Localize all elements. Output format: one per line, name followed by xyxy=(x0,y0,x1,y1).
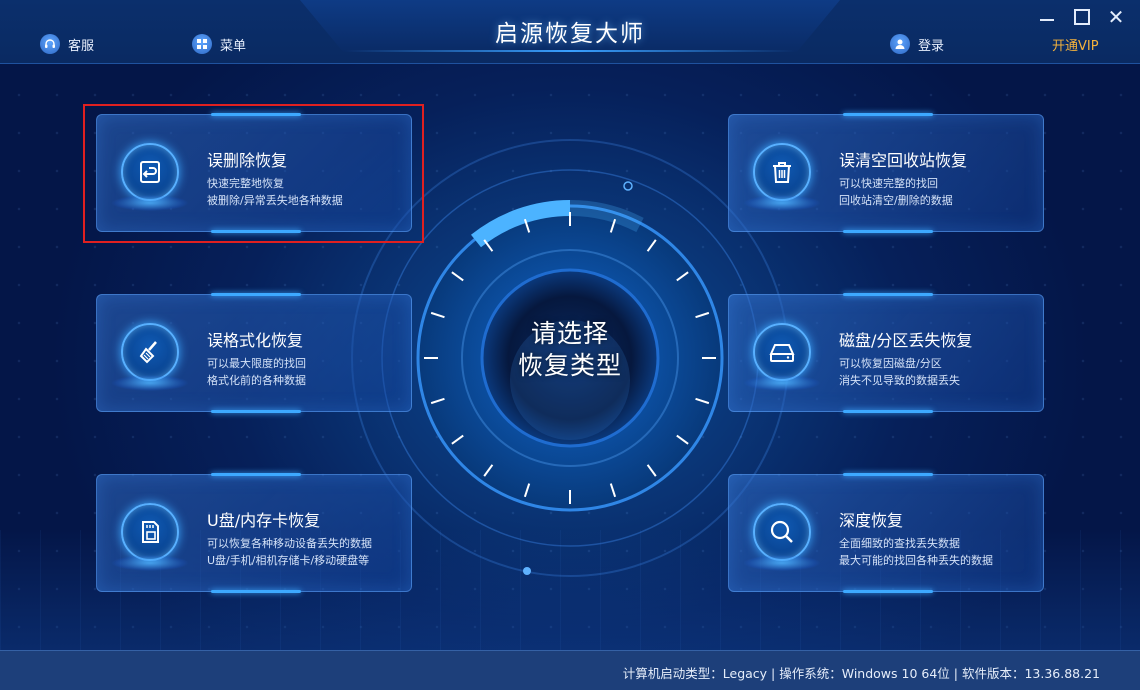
card-description: 可以快速完整的找回 回收站清空/删除的数据 xyxy=(839,177,953,207)
status-bar: 计算机启动类型：Legacy | 操作系统：Windows 10 64位 | 软… xyxy=(0,650,1140,690)
card-title: 误格式化恢复 xyxy=(207,331,304,350)
card-description: 可以恢复各种移动设备丢失的数据 U盘/手机/相机存储卡/移动硬盘等 xyxy=(207,537,372,567)
recycle-bin-recovery-card[interactable]: 误清空回收站恢复 可以快速完整的找回 回收站清空/删除的数据 xyxy=(728,113,1044,233)
sd-card-icon xyxy=(111,503,189,571)
card-description: 可以最大限度的找回 格式化前的各种数据 xyxy=(207,357,306,387)
center-text-line2: 恢复类型 xyxy=(517,351,622,380)
disk-icon xyxy=(743,323,821,391)
select-recovery-type-label: 请选择 恢复类型 xyxy=(500,318,640,382)
card-title: U盘/内存卡恢复 xyxy=(207,511,321,530)
search-icon xyxy=(743,503,821,571)
card-title: 深度恢复 xyxy=(839,511,904,530)
deep-recovery-card[interactable]: 深度恢复 全面细致的查找丢失数据 最大可能的找回各种丢失的数据 xyxy=(728,473,1044,593)
broom-icon xyxy=(111,323,189,391)
format-recovery-card[interactable]: 误格式化恢复 可以最大限度的找回 格式化前的各种数据 xyxy=(96,293,412,413)
usb-memory-card-recovery-card[interactable]: U盘/内存卡恢复 可以恢复各种移动设备丢失的数据 U盘/手机/相机存储卡/移动硬盘… xyxy=(96,473,412,593)
center-text-line1: 请选择 xyxy=(530,319,609,348)
orbit-dot-2 xyxy=(523,567,531,575)
card-description: 全面细致的查找丢失数据 最大可能的找回各种丢失的数据 xyxy=(839,537,993,567)
card-title: 磁盘/分区丢失恢复 xyxy=(839,331,973,350)
card-title: 误清空回收站恢复 xyxy=(839,151,968,170)
trash-icon xyxy=(743,143,821,211)
orbit-dot xyxy=(623,181,633,191)
disk-partition-recovery-card[interactable]: 磁盘/分区丢失恢复 可以恢复因磁盘/分区 消失不见导致的数据丢失 xyxy=(728,293,1044,413)
card-description: 可以恢复因磁盘/分区 消失不见导致的数据丢失 xyxy=(839,357,960,387)
system-info-text: 计算机启动类型：Legacy | 操作系统：Windows 10 64位 | 软… xyxy=(622,666,1100,681)
